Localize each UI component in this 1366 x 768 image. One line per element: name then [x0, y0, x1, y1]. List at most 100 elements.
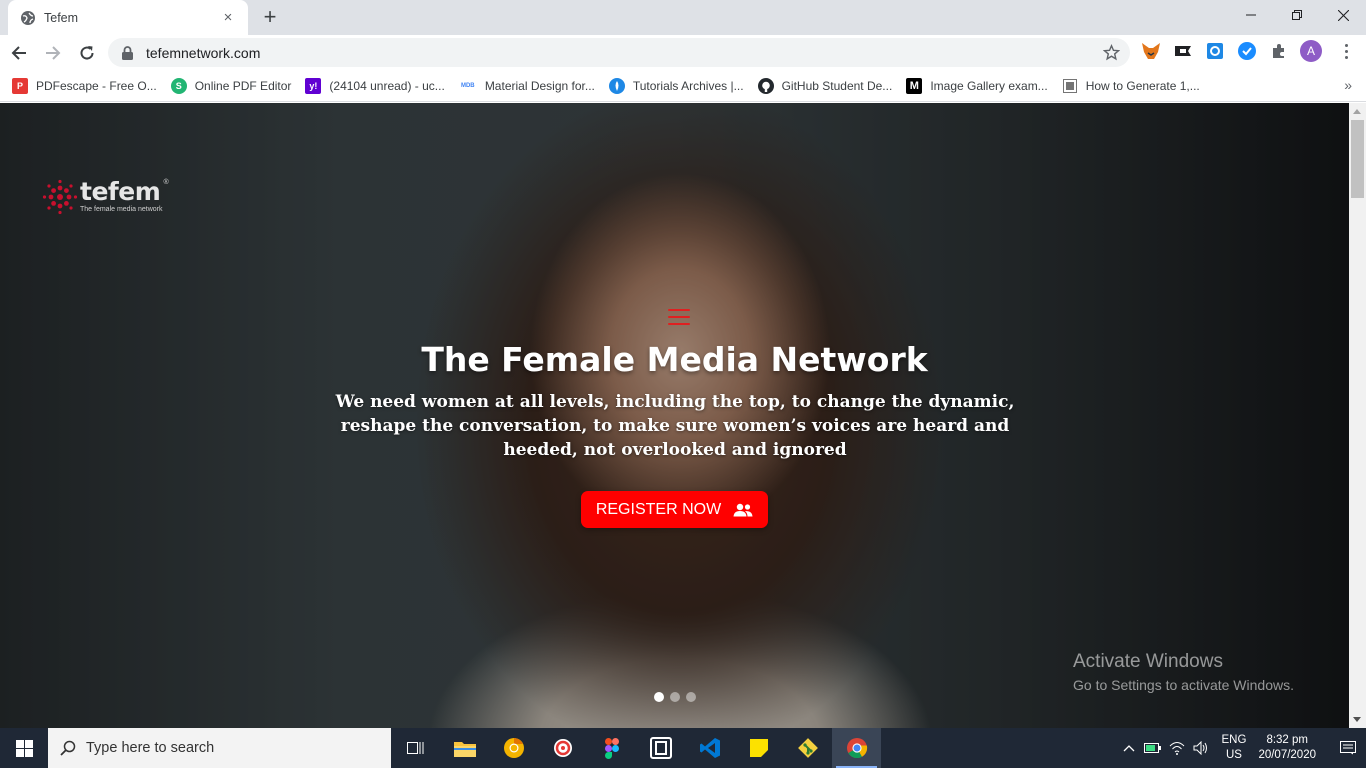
registered-mark: ®	[163, 179, 169, 186]
github-icon	[757, 77, 774, 94]
logo-text: tefem The female media network	[80, 177, 163, 214]
tefem-flower-icon	[42, 179, 78, 215]
carousel-dot[interactable]	[686, 692, 696, 702]
search-placeholder: Type here to search	[86, 740, 215, 756]
tab-close-icon[interactable]: ×	[218, 8, 238, 28]
logo-tagline: The female media network	[80, 206, 163, 213]
show-hidden-icons-icon[interactable]	[1118, 744, 1140, 752]
logo-wordmark: tefem	[80, 177, 161, 206]
bookmark-item[interactable]: GitHub Student De...	[757, 77, 893, 94]
volume-icon[interactable]	[1190, 741, 1212, 755]
medium-icon: M	[906, 77, 923, 94]
extensions-area: A	[1140, 40, 1322, 62]
lock-icon[interactable]	[120, 45, 134, 60]
minimize-button[interactable]	[1228, 0, 1274, 30]
pdfescape-icon: P	[12, 77, 28, 94]
hamburger-menu-icon[interactable]	[668, 309, 690, 325]
mdb-icon: MDB	[460, 82, 475, 89]
carousel-indicators	[654, 692, 696, 702]
address-bar[interactable]: tefemnetwork.com	[108, 38, 1130, 67]
language-indicator[interactable]: ENG US	[1222, 733, 1247, 763]
yahoo-mail-icon: y!	[305, 77, 322, 94]
bookmark-star-icon[interactable]	[1102, 43, 1121, 66]
app-square-icon[interactable]	[636, 728, 685, 768]
globe-icon	[20, 10, 36, 26]
bookmark-label: PDFescape - Free O...	[36, 78, 157, 93]
more-bookmarks-icon[interactable]: »	[1344, 77, 1352, 93]
chrome-menu-icon[interactable]	[1338, 44, 1354, 59]
bookmark-label: Image Gallery exam...	[930, 78, 1048, 93]
scroll-thumb[interactable]	[1351, 120, 1364, 198]
blue-square-icon[interactable]	[1204, 40, 1226, 62]
bookmarks-bar: P PDFescape - Free O... S Online PDF Edi…	[0, 70, 1366, 102]
carousel-dot[interactable]	[654, 692, 664, 702]
clock-date: 20/07/2020	[1258, 749, 1316, 761]
forward-arrow-icon	[46, 45, 61, 60]
search-icon	[60, 740, 76, 756]
bookmark-label: GitHub Student De...	[781, 78, 893, 93]
window-controls	[1228, 0, 1366, 30]
windows-logo-icon	[15, 739, 33, 757]
bookmark-item[interactable]: MDB Material Design for...	[459, 78, 595, 94]
bookmark-item[interactable]: Tutorials Archives |...	[608, 77, 744, 94]
start-button[interactable]	[0, 728, 48, 768]
hero-title: The Female Media Network	[421, 340, 928, 379]
check-badge-icon[interactable]	[1236, 40, 1258, 62]
taskbar-search[interactable]: Type here to search	[48, 728, 391, 768]
vscode-icon[interactable]	[685, 728, 734, 768]
battery-icon[interactable]	[1142, 742, 1164, 754]
site-logo[interactable]: tefem The female media network ®	[42, 179, 169, 215]
back-button[interactable]	[4, 38, 34, 68]
scroll-down-icon[interactable]	[1353, 717, 1361, 722]
page-scrollbar[interactable]	[1349, 103, 1366, 728]
bookmark-label: Material Design for...	[484, 78, 595, 93]
figma-icon[interactable]	[587, 728, 636, 768]
carousel-dot[interactable]	[670, 692, 680, 702]
bookmark-item[interactable]: y! (24104 unread) - uc...	[305, 77, 445, 94]
clock[interactable]: 8:32 pm 20/07/2020	[1258, 733, 1316, 763]
bookmark-label: Tutorials Archives |...	[632, 78, 744, 93]
tutorials-icon	[608, 77, 625, 94]
clock-time: 8:32 pm	[1266, 734, 1308, 746]
close-window-button[interactable]	[1320, 0, 1366, 30]
tab-strip: Tefem × +	[0, 0, 1366, 35]
notification-center-icon[interactable]	[1330, 741, 1366, 755]
chrome-icon[interactable]	[832, 728, 881, 768]
metamask-fox-icon[interactable]	[1140, 40, 1162, 62]
region-code: US	[1225, 749, 1242, 761]
bookmark-label: How to Generate 1,...	[1085, 78, 1200, 93]
back-arrow-icon	[11, 45, 26, 60]
chrome-canary-icon[interactable]	[489, 728, 538, 768]
restore-button[interactable]	[1274, 0, 1320, 30]
forward-button[interactable]	[38, 38, 68, 68]
sejda-icon: S	[170, 77, 187, 94]
bookmark-item[interactable]: P PDFescape - Free O...	[12, 77, 157, 94]
system-tray: ENG US 8:32 pm 20/07/2020	[1118, 728, 1366, 768]
git-icon[interactable]	[783, 728, 832, 768]
register-label: REGISTER NOW	[595, 500, 722, 518]
browser-tab[interactable]: Tefem ×	[8, 0, 248, 35]
task-view-icon[interactable]	[391, 728, 440, 768]
puzzle-icon[interactable]	[1268, 40, 1290, 62]
windows-taskbar: Type here to search ENG US 8:32 pm 20/07…	[0, 728, 1366, 768]
bookmark-item[interactable]: S Online PDF Editor	[170, 77, 292, 94]
file-explorer-icon[interactable]	[440, 728, 489, 768]
activate-title: Activate Windows	[1073, 651, 1223, 672]
page-icon	[1062, 78, 1078, 94]
wifi-icon[interactable]	[1166, 741, 1188, 755]
users-icon	[733, 503, 753, 517]
tab-title: Tefem	[44, 10, 79, 25]
app-red-circle-icon[interactable]	[538, 728, 587, 768]
url-text: tefemnetwork.com	[146, 44, 261, 61]
profile-avatar[interactable]: A	[1300, 40, 1322, 62]
bookmark-label: (24104 unread) - uc...	[329, 78, 445, 93]
reload-button[interactable]	[72, 38, 102, 68]
register-now-button[interactable]: REGISTER NOW	[581, 491, 768, 528]
bookmark-item[interactable]: M Image Gallery exam...	[906, 77, 1048, 94]
new-tab-button[interactable]: +	[258, 5, 282, 29]
bookmark-item[interactable]: How to Generate 1,...	[1062, 78, 1200, 94]
scroll-up-icon[interactable]	[1353, 109, 1361, 114]
sticky-notes-icon[interactable]	[734, 728, 783, 768]
bookmark-label: Online PDF Editor	[194, 78, 292, 93]
ticket-icon[interactable]	[1172, 40, 1194, 62]
